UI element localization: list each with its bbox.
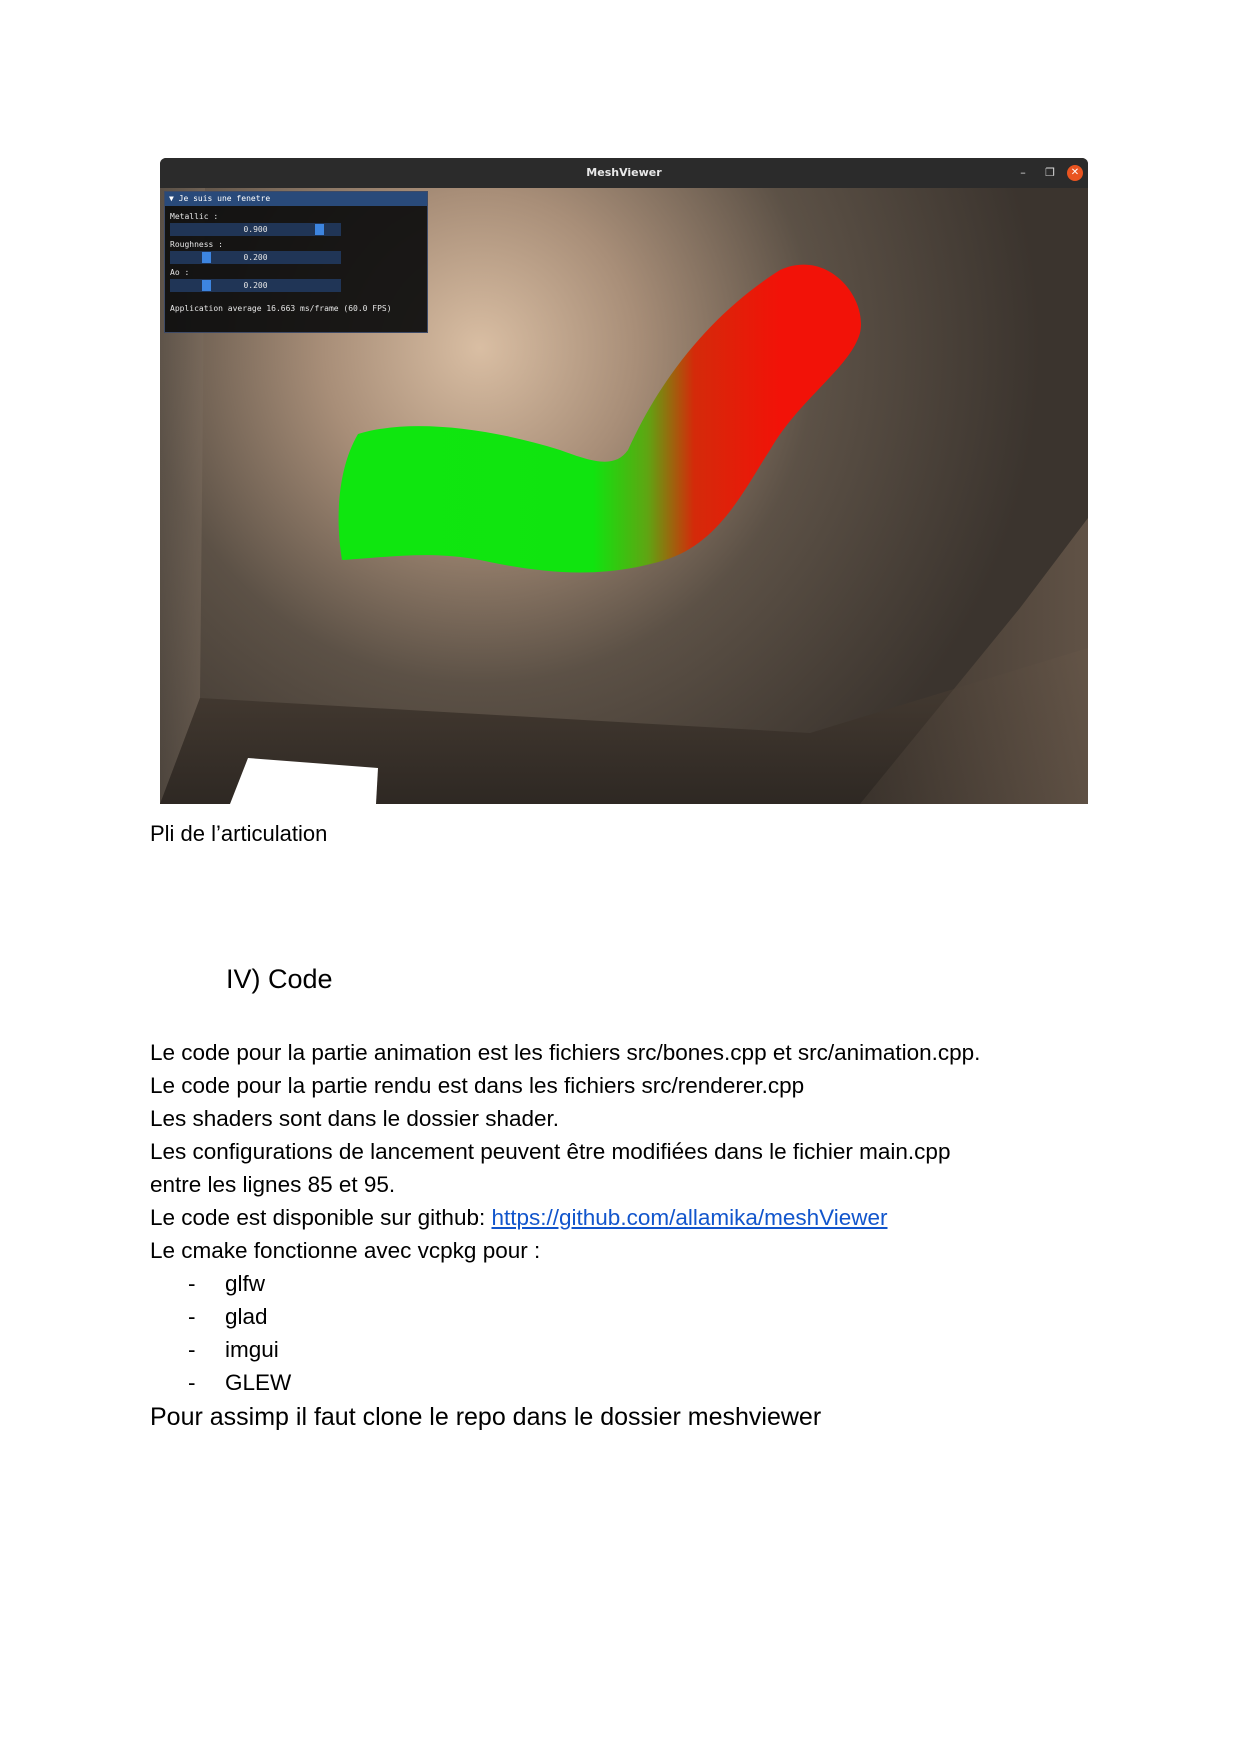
paragraph-config: Les configurations de lancement peuvent … bbox=[150, 1139, 951, 1164]
github-link[interactable]: https://github.com/allamika/meshViewer bbox=[491, 1205, 887, 1230]
paragraph-cmake: Le cmake fonctionne avec vcpkg pour : bbox=[150, 1238, 541, 1263]
dependency-glew: GLEW bbox=[225, 1370, 292, 1395]
section-heading: IV) Code bbox=[226, 964, 333, 994]
paragraph-config-lines: entre les lignes 85 et 95. bbox=[150, 1172, 396, 1197]
window-titlebar: MeshViewer – ❐ ✕ bbox=[160, 158, 1088, 188]
panel-header[interactable]: ▼ Je suis une fenetre bbox=[165, 192, 427, 206]
list-item: - GLEW bbox=[188, 1370, 292, 1395]
paragraph-shaders: Les shaders sont dans le dossier shader. bbox=[150, 1106, 559, 1131]
dependency-glfw: glfw bbox=[225, 1271, 266, 1296]
metallic-label: Metallic : bbox=[170, 212, 219, 221]
fps-readout: Application average 16.663 ms/frame (60.… bbox=[170, 304, 392, 313]
dependency-list: - glfw - glad - imgui - GLEW bbox=[150, 1267, 1110, 1399]
paragraph-assimp: Pour assimp il faut clone le repo dans l… bbox=[150, 1403, 822, 1431]
github-prefix: Le code est disponible sur github: bbox=[150, 1205, 492, 1230]
list-item: - glfw bbox=[188, 1271, 266, 1296]
metallic-slider[interactable]: 0.900 bbox=[170, 223, 341, 236]
paragraph-renderer: Le code pour la partie rendu est dans le… bbox=[150, 1073, 805, 1098]
paragraph-github: Le code est disponible sur github: https… bbox=[150, 1201, 1110, 1234]
list-item: - glad bbox=[188, 1304, 268, 1329]
section-body: Le code pour la partie animation est les… bbox=[150, 1036, 1110, 1435]
list-item: - imgui bbox=[188, 1337, 279, 1362]
dependency-glad: glad bbox=[225, 1304, 268, 1329]
close-icon[interactable]: ✕ bbox=[1067, 165, 1083, 181]
roughness-slider[interactable]: 0.200 bbox=[170, 251, 341, 264]
ao-label: Ao : bbox=[170, 268, 190, 277]
paragraph-animation: Le code pour la partie animation est les… bbox=[150, 1040, 981, 1065]
meshviewer-screenshot: MeshViewer – ❐ ✕ ▼ Je suis une fenetre M… bbox=[160, 158, 1088, 804]
ao-value: 0.200 bbox=[243, 281, 268, 290]
dependency-imgui: imgui bbox=[225, 1337, 279, 1362]
3d-viewport[interactable]: ▼ Je suis une fenetre Metallic : 0.900 R… bbox=[160, 188, 1088, 804]
ao-slider[interactable]: 0.200 bbox=[170, 279, 341, 292]
maximize-icon[interactable]: ❐ bbox=[1042, 165, 1058, 181]
figure-caption: Pli de l’articulation bbox=[150, 821, 328, 846]
roughness-value: 0.200 bbox=[243, 253, 268, 262]
minimize-icon[interactable]: – bbox=[1015, 165, 1031, 181]
window-title: MeshViewer bbox=[586, 166, 662, 179]
roughness-label: Roughness : bbox=[170, 240, 223, 249]
imgui-settings-panel[interactable]: ▼ Je suis une fenetre Metallic : 0.900 R… bbox=[164, 191, 428, 333]
metallic-value: 0.900 bbox=[243, 225, 268, 234]
